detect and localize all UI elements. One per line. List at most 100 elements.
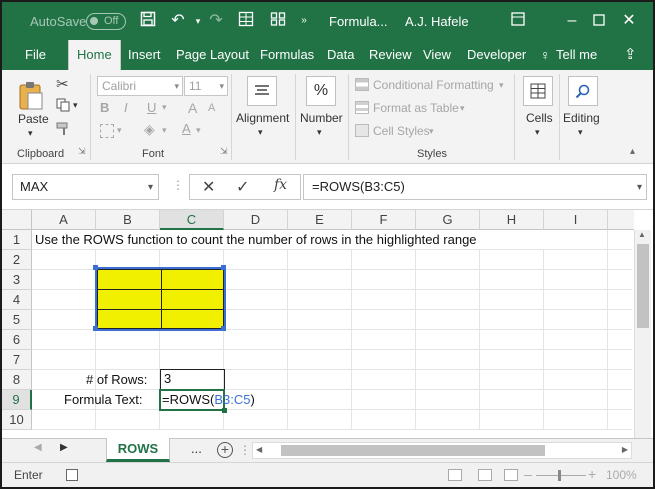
fill-dropdown-icon[interactable]: ▾ xyxy=(162,125,167,136)
more-commands-icon[interactable]: » xyxy=(294,11,314,31)
paste-label[interactable]: Paste xyxy=(18,112,49,126)
layout-icon[interactable] xyxy=(268,11,288,31)
cell-styles-icon[interactable] xyxy=(355,124,369,137)
format-painter-icon[interactable] xyxy=(56,122,72,136)
column-header-c[interactable]: C xyxy=(160,210,224,230)
page-layout-view-icon[interactable] xyxy=(478,469,492,481)
font-size-select[interactable]: 11 ▾ xyxy=(184,76,228,96)
undo-icon[interactable]: ↶ xyxy=(168,11,188,31)
tab-developer[interactable]: Developer xyxy=(467,40,526,70)
scroll-left-icon[interactable]: ◀ xyxy=(256,445,262,454)
row-header-4[interactable]: 4 xyxy=(2,290,32,310)
cells-dropdown-icon[interactable]: ▾ xyxy=(535,127,540,138)
share-icon[interactable]: ⇪ xyxy=(624,40,637,70)
tab-home[interactable]: Home xyxy=(68,40,121,70)
paste-dropdown-icon[interactable]: ▾ xyxy=(28,128,33,139)
grid-icon[interactable] xyxy=(236,11,256,31)
range-handle[interactable] xyxy=(221,265,226,270)
range-handle[interactable] xyxy=(93,326,98,331)
minimize-icon[interactable]: – xyxy=(562,11,582,31)
name-box[interactable]: MAX ▾ xyxy=(12,174,159,200)
horizontal-scrollbar[interactable]: ◀ ▶ xyxy=(252,442,632,459)
format-as-table-button[interactable]: Format as Table xyxy=(373,101,459,115)
font-color-dropdown-icon[interactable]: ▾ xyxy=(196,125,201,136)
cut-icon[interactable]: ✂ xyxy=(56,75,69,93)
cancel-icon[interactable]: ✕ xyxy=(202,177,215,197)
prev-sheet-icon[interactable]: ◀ xyxy=(34,442,42,453)
format-table-icon[interactable] xyxy=(355,101,369,114)
shrink-font-button[interactable]: A xyxy=(208,102,215,114)
restore-icon[interactable] xyxy=(589,11,609,31)
borders-dropdown-icon[interactable]: ▾ xyxy=(117,125,122,136)
tab-page-layout[interactable]: Page Layout xyxy=(176,40,249,70)
column-header-e[interactable]: E xyxy=(288,210,352,230)
macro-record-icon[interactable] xyxy=(66,469,78,481)
paste-icon[interactable] xyxy=(17,80,45,112)
italic-button[interactable]: I xyxy=(124,100,128,115)
expand-formula-icon[interactable]: ▾ xyxy=(637,176,642,200)
scroll-right-icon[interactable]: ▶ xyxy=(622,445,628,454)
number-dropdown-icon[interactable]: ▾ xyxy=(317,127,322,138)
normal-view-icon[interactable] xyxy=(448,469,462,481)
tab-insert[interactable]: Insert xyxy=(128,40,161,70)
next-sheet-icon[interactable]: ▶ xyxy=(60,442,68,453)
undo-dropdown-icon[interactable]: ▾ xyxy=(188,11,208,31)
cell-c8[interactable]: 3 xyxy=(160,369,225,390)
add-sheet-icon[interactable]: + xyxy=(217,442,233,458)
row-header-10[interactable]: 10 xyxy=(2,410,32,430)
tell-me[interactable]: Tell me xyxy=(556,40,597,70)
editing-search-icon[interactable] xyxy=(568,76,598,106)
zoom-level[interactable]: 100% xyxy=(606,468,637,482)
borders-icon[interactable] xyxy=(100,124,114,138)
splitter-dots-icon[interactable]: ⋮ xyxy=(172,178,184,192)
cell-c9-active[interactable]: =ROWS(B3:C5) xyxy=(159,389,255,411)
splitter-dots-icon[interactable]: ⋮ xyxy=(239,443,251,457)
number-label[interactable]: Number xyxy=(300,111,343,125)
column-header-partial[interactable] xyxy=(608,210,634,230)
column-header-g[interactable]: G xyxy=(416,210,480,230)
page-break-view-icon[interactable] xyxy=(504,469,518,481)
underline-dropdown-icon[interactable]: ▾ xyxy=(162,102,167,113)
cells-label[interactable]: Cells xyxy=(526,111,553,125)
fill-handle[interactable] xyxy=(222,408,227,413)
range-handle[interactable] xyxy=(93,265,98,270)
tab-formulas[interactable]: Formulas xyxy=(260,40,314,70)
row-header-8[interactable]: 8 xyxy=(2,370,32,390)
copy-icon[interactable] xyxy=(56,98,70,112)
redo-icon[interactable]: ↷ xyxy=(206,11,226,31)
grow-font-button[interactable]: A xyxy=(188,100,197,116)
row-header-1[interactable]: 1 xyxy=(2,230,32,250)
editing-label[interactable]: Editing xyxy=(563,111,600,125)
ribbon-display-icon[interactable] xyxy=(508,11,528,31)
vertical-scroll-thumb[interactable] xyxy=(637,244,649,328)
alignment-dropdown-icon[interactable]: ▾ xyxy=(258,127,263,138)
alignment-label[interactable]: Alignment xyxy=(236,111,289,125)
row-header-3[interactable]: 3 xyxy=(2,270,32,290)
underline-button[interactable]: U xyxy=(147,100,156,115)
cell-a1[interactable]: Use the ROWS function to count the numbe… xyxy=(35,230,477,250)
collapse-ribbon-icon[interactable]: ▴ xyxy=(630,146,635,157)
sheet-tab-rows[interactable]: ROWS xyxy=(106,438,170,462)
range-handle[interactable] xyxy=(221,326,226,331)
clipboard-launcher-icon[interactable]: ⇲ xyxy=(78,146,86,157)
row-header-5[interactable]: 5 xyxy=(2,310,32,330)
tab-data[interactable]: Data xyxy=(327,40,354,70)
more-sheets[interactable]: ... xyxy=(191,441,202,456)
enter-check-icon[interactable]: ✓ xyxy=(236,177,249,197)
cell-styles-button[interactable]: Cell Styles xyxy=(373,124,430,138)
conditional-formatting-button[interactable]: Conditional Formatting xyxy=(373,78,494,92)
select-all-corner[interactable] xyxy=(2,210,32,230)
insert-function-icon[interactable]: fx xyxy=(274,177,287,193)
column-header-i[interactable]: I xyxy=(544,210,608,230)
column-header-d[interactable]: D xyxy=(224,210,288,230)
scroll-up-icon[interactable]: ▲ xyxy=(638,230,646,239)
zoom-out-icon[interactable]: – xyxy=(524,466,532,482)
column-header-b[interactable]: B xyxy=(96,210,160,230)
vertical-scrollbar[interactable]: ▲ xyxy=(634,230,651,438)
horizontal-scroll-thumb[interactable] xyxy=(281,445,545,456)
tab-view[interactable]: View xyxy=(423,40,451,70)
zoom-slider-thumb[interactable] xyxy=(558,470,561,481)
user-name[interactable]: A.J. Hafele xyxy=(405,14,469,29)
column-header-h[interactable]: H xyxy=(480,210,544,230)
number-format-icon[interactable]: % xyxy=(306,76,336,106)
